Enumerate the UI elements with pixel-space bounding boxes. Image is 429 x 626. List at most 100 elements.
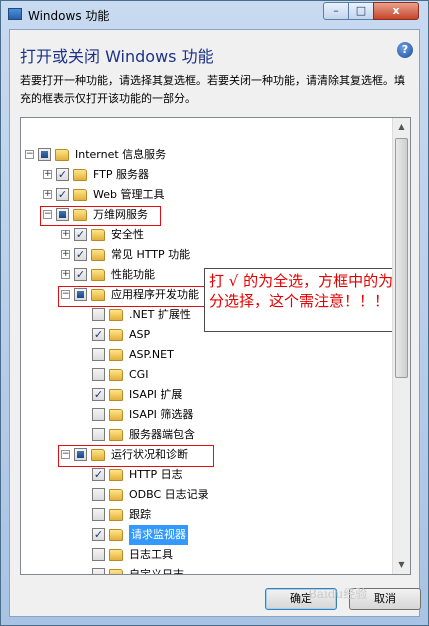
folder-icon [91,249,105,261]
folder-icon [55,149,69,161]
tree-item-label[interactable]: ASP.NET [129,345,174,365]
tree-item[interactable]: + ✓ 安全性 [21,225,391,245]
tree-item[interactable]: ODBC 日志记录 [21,485,391,505]
feature-checkbox[interactable] [92,488,105,501]
feature-checkbox[interactable] [92,568,105,574]
expand-icon[interactable]: + [43,190,52,199]
scroll-up-arrow-icon[interactable]: ▲ [393,118,410,135]
tree-item-label[interactable]: 跟踪 [129,505,151,525]
expand-icon[interactable]: + [43,170,52,179]
tree-item-label[interactable]: ASP [129,325,150,345]
tree-item[interactable]: 跟踪 [21,505,391,525]
help-icon[interactable]: ? [397,42,413,58]
folder-icon [73,169,87,181]
collapse-icon[interactable]: − [25,150,34,159]
title-bar[interactable]: Windows 功能 – □ x [1,1,428,29]
instructions-text: 若要打开一种功能，请选择其复选框。若要关闭一种功能，请清除其复选框。填充的框表示… [20,74,405,105]
feature-checkbox[interactable]: ✓ [92,388,105,401]
tree-item[interactable]: ✓ 请求监视器 [21,525,391,545]
tree-item-label[interactable]: HTTP 日志 [129,465,183,485]
feature-checkbox[interactable]: ✓ [92,328,105,341]
folder-icon [109,569,123,574]
tree-item-label[interactable]: 服务器端包含 [129,425,195,445]
folder-icon [109,509,123,521]
tree-item-label[interactable]: 请求监视器 [129,525,188,545]
feature-checkbox[interactable] [92,408,105,421]
feature-checkbox[interactable] [92,428,105,441]
feature-checkbox[interactable] [92,548,105,561]
folder-icon [91,269,105,281]
tree-item-label[interactable]: 自定义日志 [129,565,184,574]
tree-item-label[interactable]: ODBC 日志记录 [129,485,209,505]
feature-checkbox[interactable]: ✓ [56,188,69,201]
tree-item[interactable]: ✓ HTTP 日志 [21,465,391,485]
expand-icon[interactable]: + [61,270,70,279]
tree-item[interactable]: − Internet 信息服务 [21,145,391,165]
feature-checkbox[interactable] [92,508,105,521]
folder-icon [109,309,123,321]
tree-item[interactable]: + ✓ Web 管理工具 [21,185,391,205]
folder-icon [91,229,105,241]
dialog-client-area: 打开或关闭 Windows 功能 ? 若要打开一种功能，请选择其复选框。若要关闭… [9,29,421,617]
feature-checkbox[interactable] [92,368,105,381]
tree-item-label[interactable]: Web 管理工具 [93,185,164,205]
minimize-button[interactable]: – [323,2,349,20]
folder-icon [109,369,123,381]
feature-checkbox[interactable]: ✓ [74,248,87,261]
folder-icon [109,429,123,441]
tree-item-label[interactable]: CGI [129,365,148,385]
folder-icon [109,469,123,481]
tree-item-label[interactable]: ISAPI 筛选器 [129,405,193,425]
tree-item[interactable]: ISAPI 筛选器 [21,405,391,425]
highlight-box-www [40,206,161,226]
expand-icon[interactable]: + [61,250,70,259]
feature-checkbox[interactable] [92,348,105,361]
expand-icon[interactable]: + [61,230,70,239]
feature-checkbox[interactable]: ✓ [92,528,105,541]
features-tree[interactable]: − Internet 信息服务 + ✓ FTP 服务器 + ✓ Web 管理工具 − 万维网服务 +… [20,117,411,575]
scroll-down-arrow-icon[interactable]: ▼ [393,556,410,573]
tree-item-label[interactable]: ISAPI 扩展 [129,385,182,405]
tree-item-label[interactable]: .NET 扩展性 [129,305,191,325]
tree-scrollbar[interactable]: ▲ ▼ [392,118,410,574]
page-title: 打开或关闭 Windows 功能 [20,47,214,66]
tree-item-label[interactable]: Internet 信息服务 [75,145,166,165]
highlight-box-health [58,445,214,467]
feature-checkbox[interactable] [38,148,51,161]
folder-icon [109,389,123,401]
tree-item[interactable]: 服务器端包含 [21,425,391,445]
feature-checkbox[interactable] [92,308,105,321]
feature-checkbox[interactable]: ✓ [74,228,87,241]
folder-icon [109,549,123,561]
folder-icon [109,529,123,541]
tree-item[interactable]: ✓ ISAPI 扩展 [21,385,391,405]
tree-item-label[interactable]: 性能功能 [111,265,155,285]
folder-icon [73,189,87,201]
folder-icon [109,329,123,341]
tree-item[interactable]: ASP.NET [21,345,391,365]
windows-features-dialog: Windows 功能 – □ x 打开或关闭 Windows 功能 ? 若要打开… [0,0,429,626]
tree-item[interactable]: + ✓ FTP 服务器 [21,165,391,185]
feature-checkbox[interactable]: ✓ [74,268,87,281]
scrollbar-thumb[interactable] [395,138,408,378]
highlight-box-appdev [58,286,218,307]
watermark-logo: Baidu经验 [308,587,368,601]
tree-item-label[interactable]: 安全性 [111,225,144,245]
tree-item-label[interactable]: FTP 服务器 [93,165,149,185]
tree-item[interactable]: 日志工具 [21,545,391,565]
window-icon [8,8,22,20]
tree-item-label[interactable]: 常见 HTTP 功能 [111,245,190,265]
close-button[interactable]: x [373,2,419,20]
maximize-button[interactable]: □ [348,2,374,20]
feature-checkbox[interactable]: ✓ [56,168,69,181]
tree-item[interactable]: CGI [21,365,391,385]
tree-item-label[interactable]: 日志工具 [129,545,173,565]
folder-icon [109,349,123,361]
annotation-note: 打 √ 的为全选，方框中的为部分选择，这个需注意！！！ [204,268,410,332]
tree-item[interactable]: 自定义日志 [21,565,391,574]
folder-icon [109,489,123,501]
folder-icon [109,409,123,421]
tree-item[interactable]: + ✓ 常见 HTTP 功能 [21,245,391,265]
window-title: Windows 功能 [28,9,110,23]
feature-checkbox[interactable]: ✓ [92,468,105,481]
